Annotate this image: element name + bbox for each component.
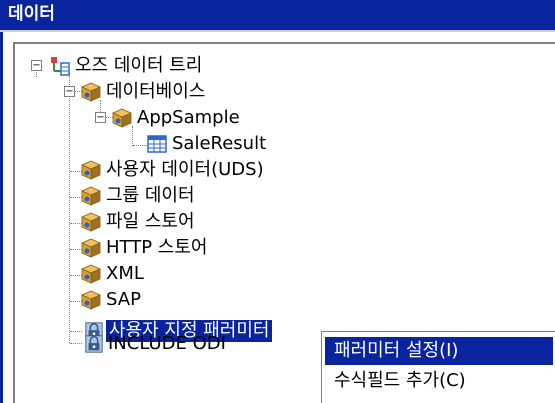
database-icon bbox=[81, 290, 101, 310]
menu-item-parameter-settings[interactable]: 패러미터 설정(I) bbox=[325, 337, 553, 365]
menu-item-add-formula-field[interactable]: 수식필드 추가(C) bbox=[325, 367, 553, 395]
tree-node-label: 오즈 데이터 트리 bbox=[75, 55, 203, 76]
window-title: 데이터 bbox=[8, 4, 55, 24]
tree-node-label: 파일 스토어 bbox=[106, 211, 195, 232]
tree-line bbox=[70, 331, 82, 332]
tree-node-filestore[interactable]: 파일 스토어 bbox=[80, 209, 195, 235]
database-icon bbox=[81, 212, 101, 232]
tree-node-uds[interactable]: 사용자 데이터(UDS) bbox=[80, 157, 264, 183]
tree-node-label: XML bbox=[106, 263, 144, 284]
data-tree-icon bbox=[51, 57, 70, 76]
context-menu: 패러미터 설정(I) 수식필드 추가(C) bbox=[321, 331, 555, 403]
tree-line bbox=[69, 74, 70, 343]
tree-node-xml[interactable]: XML bbox=[80, 261, 144, 287]
tree-node-root[interactable]: 오즈 데이터 트리 bbox=[49, 53, 202, 79]
tree-node-appsample[interactable]: AppSample bbox=[111, 105, 240, 131]
lock-icon bbox=[85, 335, 103, 353]
tree-node-label: 데이터베이스 bbox=[106, 81, 206, 102]
tree-node-label: SAP bbox=[106, 289, 141, 310]
root-expander[interactable]: − bbox=[31, 60, 42, 71]
database-icon bbox=[81, 186, 101, 206]
tree-node-label: SaleResult bbox=[172, 133, 267, 154]
tree-node-group[interactable]: 그룹 데이터 bbox=[80, 183, 195, 209]
tree-node-label: HTTP 스토어 bbox=[106, 237, 208, 258]
table-icon bbox=[147, 135, 167, 153]
database-icon bbox=[81, 82, 101, 102]
tree-node-sap[interactable]: SAP bbox=[80, 287, 141, 313]
tree-node-database[interactable]: 데이터베이스 bbox=[80, 79, 205, 105]
tree-line bbox=[70, 343, 82, 344]
tree-node-include-odi-row[interactable]: INCLUDE ODI bbox=[84, 331, 226, 357]
tree-node-label: 사용자 데이터(UDS) bbox=[106, 159, 264, 180]
appsample-expander[interactable]: − bbox=[95, 112, 106, 123]
tree-node-label: INCLUDE ODI bbox=[108, 333, 226, 354]
tree-node-saleresult[interactable]: SaleResult bbox=[146, 131, 266, 157]
tree-node-label: AppSample bbox=[137, 107, 240, 128]
tree-node-httpstore[interactable]: HTTP 스토어 bbox=[80, 235, 207, 261]
database-icon bbox=[81, 238, 101, 258]
tree-node-label: 그룹 데이터 bbox=[106, 185, 195, 206]
tree-line bbox=[133, 145, 147, 146]
title-bar[interactable]: 데이터 bbox=[0, 0, 555, 32]
database-icon bbox=[112, 108, 132, 128]
database-expander[interactable]: − bbox=[64, 86, 75, 97]
database-icon bbox=[81, 160, 101, 180]
database-icon bbox=[81, 264, 101, 284]
